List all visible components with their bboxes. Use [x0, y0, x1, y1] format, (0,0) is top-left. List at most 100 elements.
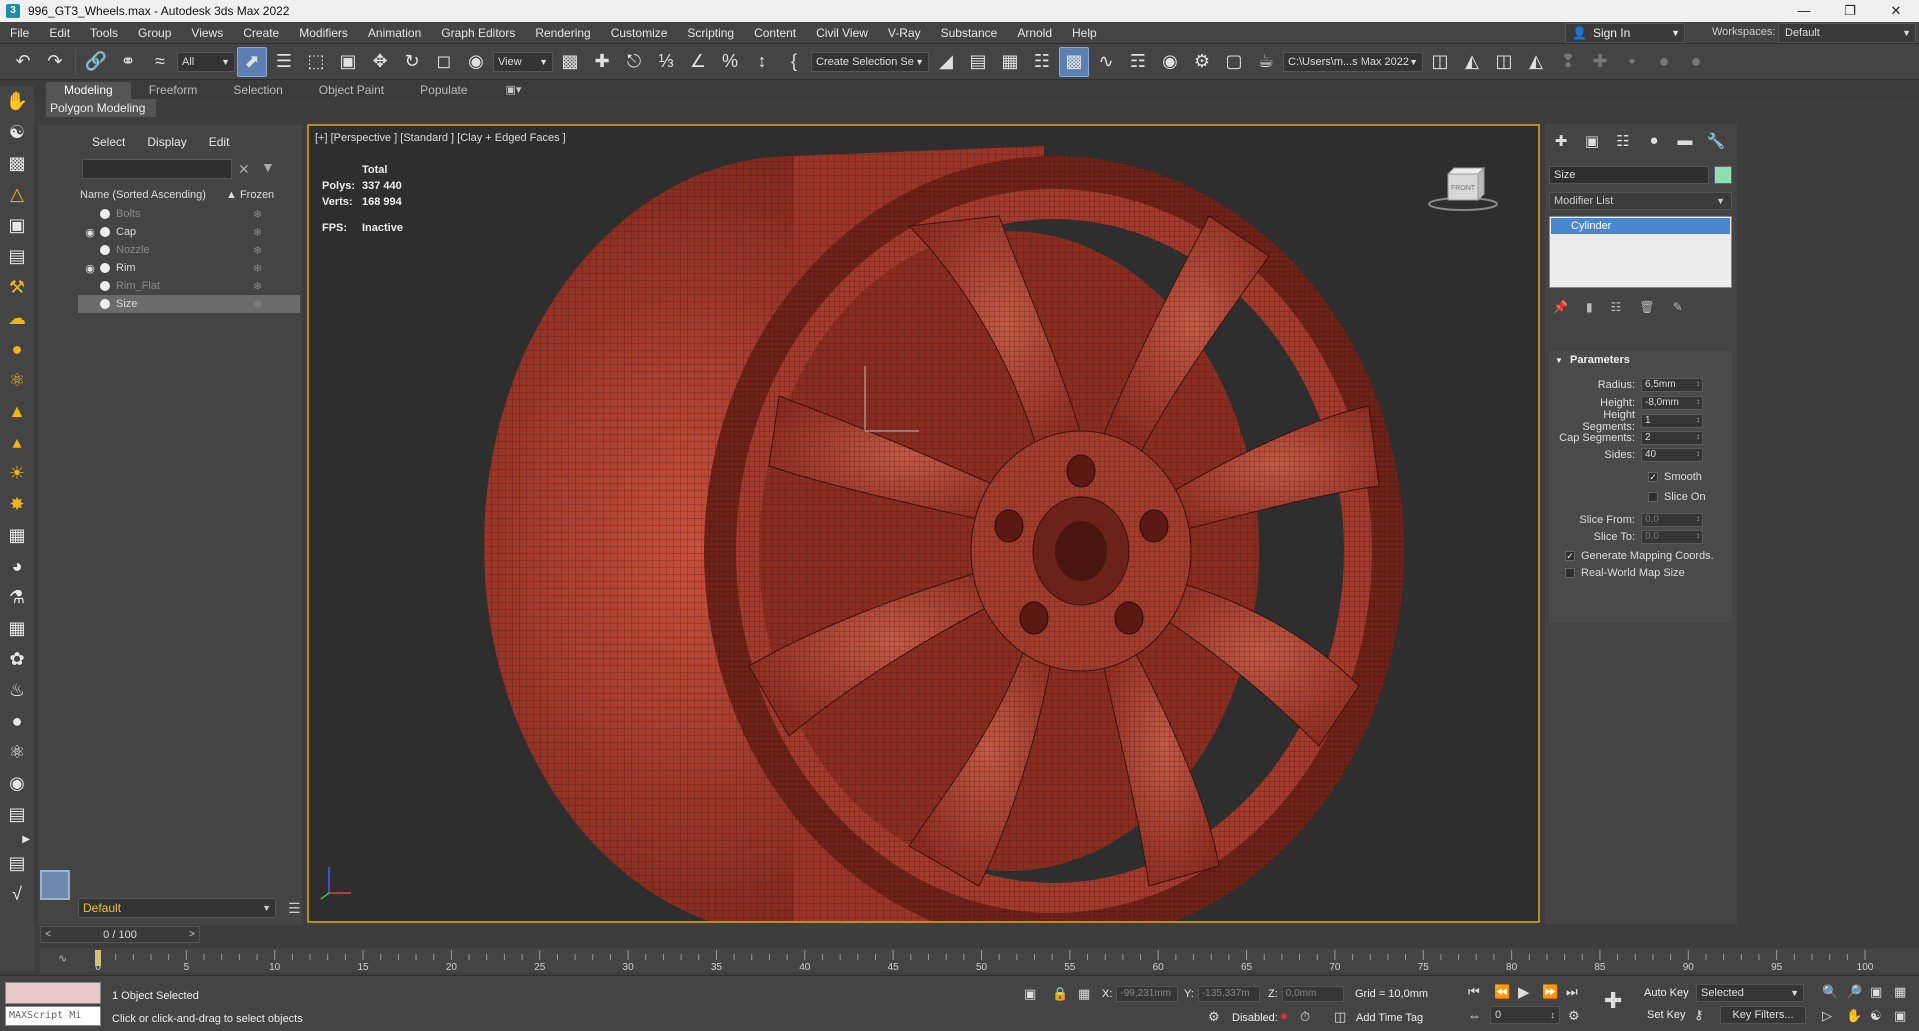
coord-z-value[interactable]: 0,0mm [1281, 986, 1344, 1002]
expand-arrow-icon[interactable]: ▶ [0, 830, 34, 848]
sphere-icon[interactable]: ● [0, 334, 34, 365]
schematic-view-icon[interactable]: ☶ [1123, 47, 1153, 77]
table-row[interactable]: Nozzle ❄ [78, 241, 300, 259]
stack-item-cylinder[interactable]: Cylinder [1551, 218, 1730, 234]
adaptive-degradation-icon[interactable]: ⚙ [1208, 1009, 1220, 1025]
keyboard-shortcut-icon[interactable]: ⎋ [619, 47, 649, 77]
selection-filter-select[interactable]: All ▼ [177, 51, 235, 72]
material-ball-icon[interactable]: ● [0, 706, 34, 737]
sign-in-button[interactable]: 👤 Sign In ▼ [1565, 23, 1685, 43]
mirror-icon[interactable]: ◢ [931, 47, 961, 77]
pivot-center-icon[interactable]: ▩ [555, 47, 585, 77]
timer-icon[interactable]: ⏱ [1300, 1009, 1310, 1025]
ribbon-tab-modeling[interactable]: Modeling [46, 82, 131, 99]
create-tab-icon[interactable]: ✚ [1551, 132, 1571, 154]
ribbon-panel-polygon-modeling[interactable]: Polygon Modeling [46, 99, 156, 117]
visibility-eye-icon[interactable]: ◉ [82, 226, 98, 239]
select-object-icon[interactable]: ⬈ [237, 46, 267, 77]
ribbon-tab-object-paint[interactable]: Object Paint [301, 82, 402, 99]
slice-on-checkbox[interactable]: Slice On [1648, 491, 1706, 503]
explorer-menu-select[interactable]: Select [92, 135, 125, 155]
vray-icon[interactable]: √ [0, 879, 34, 910]
zoom-all-icon[interactable]: 🔎 [1846, 984, 1862, 1000]
column-name[interactable]: Name (Sorted Ascending) [78, 189, 218, 201]
explorer-search-input[interactable] [82, 159, 232, 179]
spinner-arrows-icon[interactable]: ↕ [1696, 414, 1700, 426]
menu-create[interactable]: Create [233, 26, 289, 40]
menu-animation[interactable]: Animation [358, 26, 431, 40]
wheel-model[interactable] [309, 126, 1540, 923]
sparkle-icon[interactable]: ✸ [0, 489, 34, 520]
isolate-selection-icon[interactable]: ▣ [1024, 986, 1036, 1002]
go-to-end-icon[interactable]: ⏭ [1566, 984, 1578, 1000]
angle-snap-icon[interactable]: ∠ [683, 47, 713, 77]
current-frame-field[interactable]: 0 ↕ [1490, 1006, 1560, 1024]
hand-icon[interactable]: ✋ [0, 86, 34, 117]
cube-icon[interactable]: ▦ [0, 520, 34, 551]
orbit-icon[interactable]: ☯ [0, 117, 34, 148]
scale-icon[interactable]: ◻ [429, 47, 459, 77]
rollout-header[interactable]: ▼ Parameters [1549, 351, 1732, 369]
table-row[interactable]: ◉ Cap ❄ [78, 223, 300, 241]
make-unique-icon[interactable]: ☷ [1611, 300, 1622, 314]
set-keys-plus-icon[interactable]: ✚ [1604, 988, 1622, 1014]
bind-space-warp-icon[interactable]: ≈ [145, 47, 175, 77]
freeze-snowflake-icon[interactable]: ❄ [253, 298, 262, 311]
workspace-select[interactable]: Default ▼ [1778, 23, 1916, 43]
menu-graph-editors[interactable]: Graph Editors [431, 26, 525, 40]
visibility-eye-icon[interactable]: ◉ [82, 262, 98, 275]
filter-icon[interactable]: ▼ [261, 159, 275, 175]
current-layer-select[interactable]: Default ▼ [78, 898, 276, 918]
lock-icon[interactable]: 🔒 [1052, 986, 1068, 1002]
height-spinner[interactable]: -8,0mm ↕ [1641, 396, 1703, 410]
rectangular-selection-icon[interactable]: ⬚ [301, 47, 331, 77]
record-dot-icon[interactable]: ● [1280, 1008, 1288, 1023]
column-frozen[interactable]: ▲ Frozen [218, 189, 274, 201]
time-configuration-icon[interactable]: ⚙ [1568, 1008, 1580, 1024]
maximize-viewport-icon[interactable]: ▣ [1894, 1008, 1906, 1024]
menu-group[interactable]: Group [128, 26, 181, 40]
auto-key-button[interactable]: Auto Key [1644, 984, 1689, 1002]
project-root-icon[interactable]: ◭ [1457, 47, 1487, 77]
move-icon[interactable]: ✥ [365, 47, 395, 77]
generate-mapping-checkbox[interactable]: ✓ Generate Mapping Coords. [1565, 550, 1714, 562]
project-folder-icon[interactable]: ◫ [1489, 47, 1519, 77]
ribbon-tab-freeform[interactable]: Freeform [131, 82, 216, 99]
chevron-right-icon[interactable]: > [185, 929, 199, 940]
ribbon-tab-populate[interactable]: Populate [402, 82, 485, 99]
hierarchy-tab-icon[interactable]: ☷ [1613, 132, 1633, 154]
key-mode-icon[interactable]: ⇔ [1468, 1008, 1481, 1023]
redo-icon[interactable]: ↷ [40, 47, 70, 77]
remove-modifier-icon[interactable]: 🗑 [1639, 300, 1654, 314]
material-group-icon[interactable]: ⚛ [0, 737, 34, 768]
table-row[interactable]: ◉ Rim ❄ [78, 259, 300, 277]
ribbon-options-icon[interactable]: ▣▾ [506, 82, 522, 99]
grass-icon[interactable]: ✿ [0, 644, 34, 675]
height-segments-spinner[interactable]: 1 ↕ [1641, 414, 1703, 428]
play-icon[interactable]: ▶ [1518, 983, 1530, 1001]
lamp-icon[interactable]: ▲ [0, 396, 34, 427]
menu-scripting[interactable]: Scripting [677, 26, 744, 40]
world-icon[interactable]: ◉ [0, 768, 34, 799]
named-selection-set-select[interactable]: Create Selection Se ▼ [811, 51, 929, 72]
sun-icon[interactable]: ☀ [0, 458, 34, 489]
cloud-icon[interactable]: ☁ [0, 303, 34, 334]
curve-editor-icon[interactable]: ∿ [1091, 47, 1121, 77]
next-frame-icon[interactable]: ⏩ [1542, 984, 1558, 1000]
key-mode-select[interactable]: Selected ▼ [1696, 984, 1804, 1002]
configure-sets-icon[interactable]: ✎ [1673, 300, 1683, 314]
spinner-snap-icon[interactable]: ↕ [747, 47, 777, 77]
hammer-icon[interactable]: ⚒ [0, 272, 34, 303]
close-icon[interactable]: ✕ [1873, 0, 1919, 22]
spinner-arrows-icon[interactable]: ↕ [1696, 530, 1700, 542]
menu-civil-view[interactable]: Civil View [806, 26, 878, 40]
menu-substance[interactable]: Substance [931, 26, 1008, 40]
layer-stack-icon[interactable]: ☰ [288, 900, 301, 917]
orbit-icon[interactable]: ☯ [1870, 1008, 1882, 1024]
gizmo-icon[interactable]: ✚ [1585, 47, 1615, 77]
maxscript-mini-listener[interactable]: MAXScript Mi [5, 1006, 101, 1026]
figure-icon[interactable]: ⚗ [0, 582, 34, 613]
menu-vray[interactable]: V-Ray [878, 26, 931, 40]
real-world-map-size-checkbox[interactable]: Real-World Map Size [1565, 567, 1685, 579]
scripts-icon[interactable]: ▤ [0, 799, 34, 830]
